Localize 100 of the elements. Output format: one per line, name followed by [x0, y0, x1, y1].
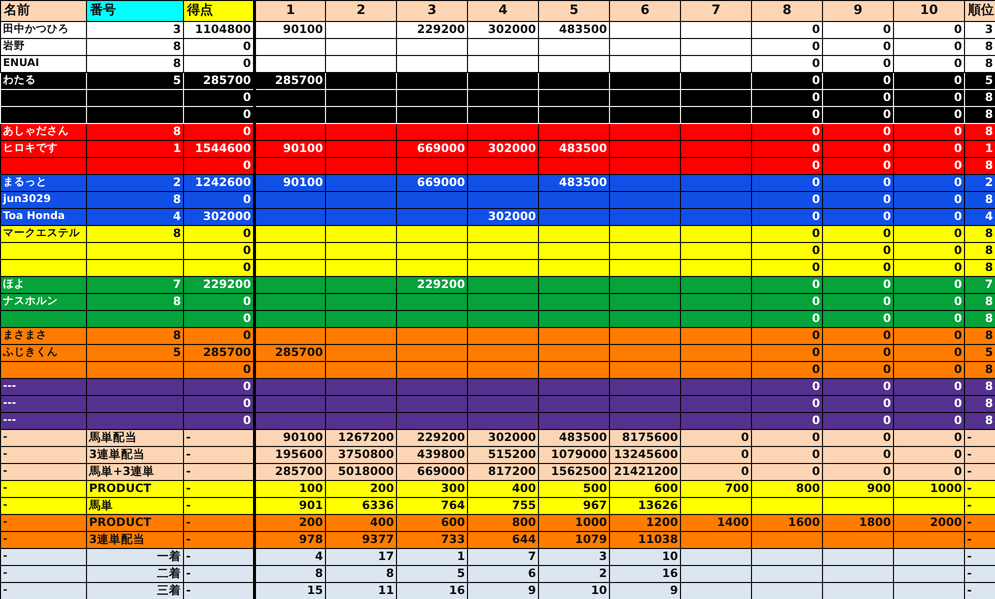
table-cell: 0 — [894, 242, 964, 259]
table-cell: 0 — [184, 378, 254, 395]
table-cell: - — [184, 497, 254, 514]
table-cell: 11038 — [610, 531, 680, 548]
table-cell: 7 — [964, 276, 995, 293]
table-cell: - — [964, 497, 995, 514]
table-cell: - — [964, 582, 995, 599]
table-cell: ENUAI — [0, 55, 86, 72]
table-cell: 0 — [822, 89, 894, 106]
table-cell: 8 — [964, 327, 995, 344]
table-cell: 8 — [964, 395, 995, 412]
table-cell: 515200 — [468, 446, 538, 463]
column-header: 3 — [396, 0, 468, 21]
table-cell: 0 — [680, 429, 752, 446]
table-cell: 0 — [752, 395, 822, 412]
table-cell: - — [0, 531, 86, 548]
table-cell: 1562500 — [538, 463, 610, 480]
table-cell: 0 — [184, 293, 254, 310]
table-cell: 0 — [822, 225, 894, 242]
table-cell: - — [964, 548, 995, 565]
table-cell: 0 — [752, 38, 822, 55]
table-cell: 9 — [610, 582, 680, 599]
table-cell: 0 — [894, 276, 964, 293]
table-cell: 0 — [822, 429, 894, 446]
table-cell: 10 — [538, 582, 610, 599]
table-cell: 0 — [822, 361, 894, 378]
table-cell: 0 — [752, 429, 822, 446]
table-cell: 0 — [680, 463, 752, 480]
table-cell: 733 — [396, 531, 468, 548]
table-cell: 0 — [752, 72, 822, 89]
table-cell: 4 — [964, 208, 995, 225]
table-cell: ほよ — [0, 276, 86, 293]
table-cell: 90100 — [254, 429, 326, 446]
table-cell: 901 — [254, 497, 326, 514]
table-cell: 8 — [86, 327, 184, 344]
table-cell: 3連単配当 — [86, 531, 184, 548]
table-cell: 0 — [894, 72, 964, 89]
table-cell: 1 — [396, 548, 468, 565]
table-cell: 三着 — [86, 582, 184, 599]
table-cell: 0 — [822, 242, 894, 259]
column-header: 順位 — [964, 0, 995, 21]
table-cell: 0 — [752, 140, 822, 157]
table-cell: 0 — [752, 412, 822, 429]
table-cell: 9 — [468, 582, 538, 599]
table-cell: - — [184, 548, 254, 565]
table-cell: 5 — [964, 344, 995, 361]
table-cell: 0 — [752, 327, 822, 344]
table-cell: 0 — [822, 446, 894, 463]
table-cell: 1544600 — [184, 140, 254, 157]
table-cell: 0 — [752, 446, 822, 463]
table-cell: 764 — [396, 497, 468, 514]
table-cell: 5 — [86, 344, 184, 361]
table-cell: 8 — [86, 123, 184, 140]
table-cell: 2 — [538, 565, 610, 582]
table-cell: 7 — [468, 548, 538, 565]
table-cell: 8175600 — [610, 429, 680, 446]
table-cell: - — [0, 497, 86, 514]
table-cell: 0 — [752, 208, 822, 225]
table-cell: --- — [0, 412, 86, 429]
table-cell: 8 — [964, 89, 995, 106]
table-cell: - — [184, 582, 254, 599]
table-cell: 8 — [86, 38, 184, 55]
table-cell: 0 — [894, 463, 964, 480]
table-cell: 0 — [184, 157, 254, 174]
table-cell: - — [964, 480, 995, 497]
table-cell: 8 — [964, 55, 995, 72]
table-cell: 0 — [894, 140, 964, 157]
table-cell: 8 — [964, 242, 995, 259]
table-cell: 800 — [468, 514, 538, 531]
table-cell: 900 — [822, 480, 894, 497]
table-cell: 669000 — [396, 174, 468, 191]
table-cell: 岩野 — [0, 38, 86, 55]
table-cell: 0 — [184, 225, 254, 242]
table-cell: 8 — [964, 191, 995, 208]
table-cell: 8 — [254, 565, 326, 582]
table-cell: Toa Honda — [0, 208, 86, 225]
column-header: 5 — [538, 0, 610, 21]
table-cell: 0 — [184, 38, 254, 55]
table-cell: 400 — [468, 480, 538, 497]
table-cell: 229200 — [396, 276, 468, 293]
table-cell: 229200 — [396, 21, 468, 38]
table-cell: 0 — [822, 310, 894, 327]
table-cell: 967 — [538, 497, 610, 514]
table-cell: 400 — [326, 514, 396, 531]
table-cell: 600 — [396, 514, 468, 531]
table-cell: 0 — [752, 21, 822, 38]
table-cell: 馬単配当 — [86, 429, 184, 446]
table-cell: 302000 — [468, 21, 538, 38]
table-cell: 1242600 — [184, 174, 254, 191]
table-cell: 0 — [752, 174, 822, 191]
table-cell: 483500 — [538, 21, 610, 38]
table-cell: 0 — [894, 106, 964, 123]
table-cell: 6336 — [326, 497, 396, 514]
table-cell: 302000 — [184, 208, 254, 225]
table-cell: PRODUCT — [86, 480, 184, 497]
table-cell: 0 — [822, 395, 894, 412]
table-cell: - — [0, 565, 86, 582]
table-cell: 90100 — [254, 21, 326, 38]
table-cell: 3 — [538, 548, 610, 565]
table-cell: 285700 — [254, 463, 326, 480]
